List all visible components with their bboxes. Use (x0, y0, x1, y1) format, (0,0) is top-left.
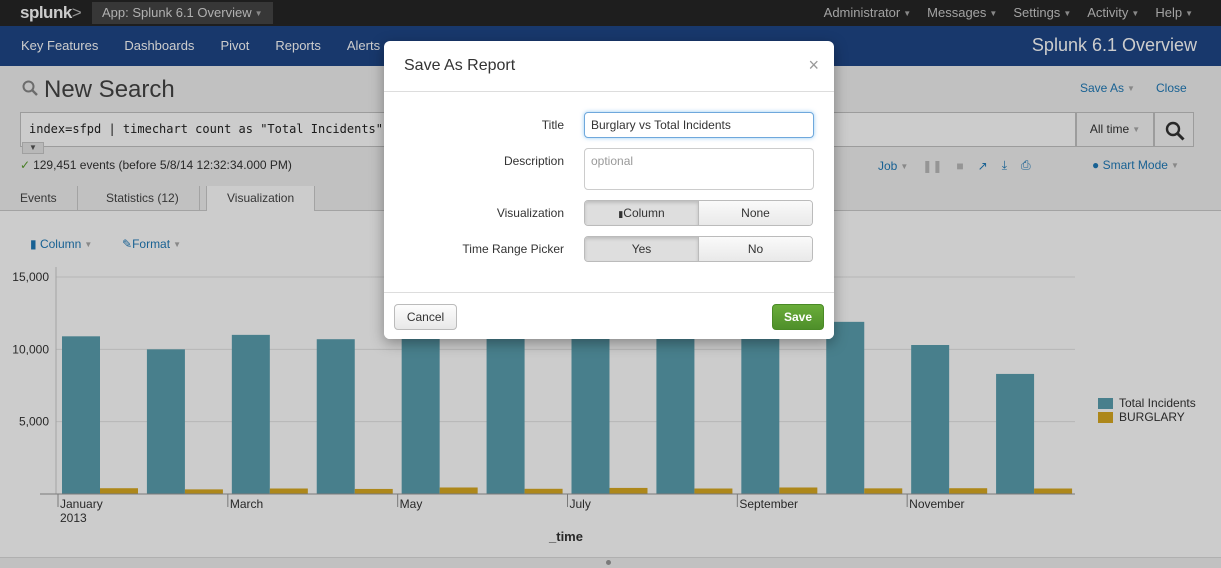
title-label: Title (541, 118, 564, 132)
save-as-report-dialog: Save As Report × Title Description Visua… (384, 41, 834, 339)
time-range-picker-toggle: Yes No (584, 236, 813, 262)
visualization-none-button[interactable]: None (698, 201, 812, 225)
time-range-picker-no-button[interactable]: No (698, 237, 812, 261)
close-icon[interactable]: × (808, 55, 819, 76)
dialog-header: Save As Report × (384, 41, 834, 92)
cancel-button[interactable]: Cancel (394, 304, 457, 330)
description-input[interactable] (584, 148, 814, 190)
dialog-footer: Cancel Save (384, 292, 834, 339)
description-label: Description (503, 154, 564, 168)
visualization-toggle: ▮Column None (584, 200, 813, 226)
time-range-picker-label: Time Range Picker (462, 242, 564, 256)
time-range-picker-yes-button[interactable]: Yes (585, 237, 698, 261)
dialog-title: Save As Report (404, 57, 516, 74)
visualization-column-button[interactable]: ▮Column (585, 201, 698, 225)
title-input[interactable] (584, 112, 814, 138)
save-button[interactable]: Save (772, 304, 824, 330)
visualization-label: Visualization (496, 206, 564, 220)
